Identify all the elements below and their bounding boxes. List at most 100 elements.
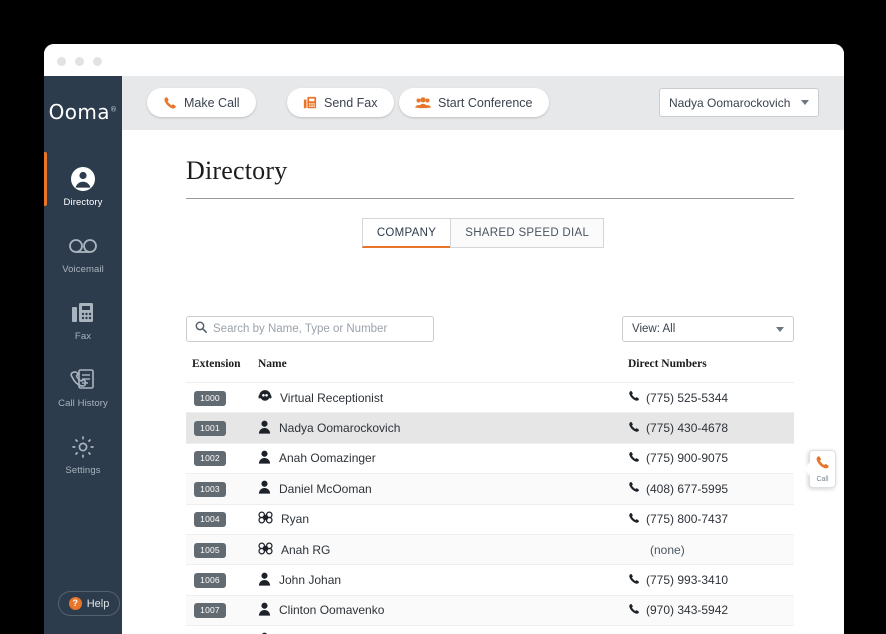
direct-number: (775) 800-7437 — [646, 512, 729, 527]
extension-badge: 1007 — [194, 603, 226, 619]
sidebar-item-call-history[interactable]: Call History — [44, 365, 122, 409]
start-conference-button[interactable]: Start Conference — [399, 88, 549, 117]
send-fax-button[interactable]: Send Fax — [287, 88, 394, 117]
tab-shared-speed-dial[interactable]: SHARED SPEED DIAL — [450, 218, 605, 248]
phone-icon — [628, 512, 640, 527]
sidebar-item-label: Directory — [63, 197, 103, 208]
name-cell: Anah RG — [258, 541, 628, 559]
view-filter-select[interactable]: View: All — [622, 316, 794, 342]
direct-number: (408) 677-5995 — [646, 481, 729, 496]
question-mark-icon: ? — [68, 597, 82, 610]
person-icon — [258, 602, 271, 619]
make-call-button[interactable]: Make Call — [147, 88, 256, 117]
extension-badge: 1001 — [194, 421, 226, 437]
chevron-down-icon — [776, 326, 784, 332]
top-toolbar: Make Call Send Fax Start Conference Nady… — [122, 76, 844, 130]
name-cell: Daniel McOoman — [258, 480, 628, 497]
column-header-extension: Extension — [192, 358, 241, 370]
extension-badge: 1006 — [194, 573, 226, 589]
table-header-row: Extension Name Direct Numbers — [186, 358, 794, 382]
sidebar-item-voicemail[interactable]: Voicemail — [44, 231, 122, 275]
user-account-select[interactable]: Nadya Oomarockovich — [659, 88, 819, 117]
name-cell: Anah Oomazinger — [258, 450, 628, 467]
call-tab-label: Call — [816, 476, 829, 483]
people-group-icon — [415, 96, 431, 110]
window-maximize-dot[interactable] — [93, 57, 102, 66]
voicemail-icon — [44, 231, 122, 261]
title-divider — [186, 198, 794, 199]
page-title: Directory — [186, 156, 288, 185]
extension-cell: 1007 — [186, 602, 258, 619]
make-call-label: Make Call — [184, 95, 240, 110]
phone-icon — [628, 481, 640, 496]
direct-number: (none) — [650, 542, 685, 557]
ring-group-icon — [258, 541, 273, 559]
window-minimize-dot[interactable] — [75, 57, 84, 66]
contact-name: Anah Oomazinger — [279, 451, 376, 466]
send-fax-label: Send Fax — [324, 95, 378, 110]
phone-icon — [628, 390, 640, 405]
call-side-tab[interactable]: Call — [804, 450, 836, 488]
contact-name: Anah RG — [281, 542, 331, 557]
extension-badge: 1004 — [194, 512, 226, 528]
table-row[interactable]: 1006 John Johan (775) 993-3410 — [186, 564, 794, 594]
extension-cell: 1001 — [186, 420, 258, 437]
direct-number-cell: (970) 343-5942 — [628, 603, 788, 618]
extension-cell: 1005 — [186, 542, 258, 558]
contact-name: John Johan — [279, 573, 342, 588]
directory-table: Extension Name Direct Numbers 1000 Virtua… — [186, 358, 794, 634]
help-button[interactable]: ? Help — [58, 591, 120, 616]
column-header-name: Name — [258, 358, 287, 370]
ring-group-icon — [258, 510, 273, 528]
phone-icon — [815, 455, 830, 475]
table-row[interactable]: 1004 Ryan (775) 800-7437 — [186, 503, 794, 534]
person-icon — [258, 450, 271, 467]
table-row[interactable]: 1002 Anah Oomazinger (775) 900-9075 — [186, 442, 794, 473]
extension-cell: 1000 — [186, 390, 258, 406]
user-account-value: Nadya Oomarockovich — [669, 95, 791, 110]
phone-icon — [628, 421, 640, 436]
main-content: Directory COMPANY SHARED SPEED DIAL Sear… — [122, 130, 844, 634]
phone-icon — [163, 96, 177, 110]
table-row[interactable]: 1005 Anah RG (none) — [186, 533, 794, 565]
table-row[interactable]: 1003 Daniel McOoman (408) 677-5995 — [186, 473, 794, 504]
sidebar-item-fax[interactable]: Fax — [44, 298, 122, 342]
direct-number: (970) 343-5942 — [646, 603, 729, 618]
window-titlebar — [44, 44, 844, 76]
name-cell: Clinton Oomavenko — [258, 602, 628, 619]
search-box[interactable] — [186, 316, 434, 342]
virtual-receptionist-icon — [258, 389, 272, 406]
directory-tabs: COMPANY SHARED SPEED DIAL — [122, 218, 844, 248]
column-header-direct-numbers: Direct Numbers — [628, 358, 707, 370]
active-indicator — [44, 152, 47, 206]
direct-number-cell: (775) 430-4678 — [628, 421, 788, 436]
contact-name: Ryan — [281, 512, 310, 527]
help-label: Help — [86, 597, 110, 610]
person-icon — [258, 480, 271, 497]
extension-badge: 1000 — [194, 390, 226, 406]
sidebar-item-settings[interactable]: Settings — [44, 432, 122, 476]
table-row[interactable]: 1008Susan Villa(530) 405-2228 — [186, 625, 794, 634]
tab-company[interactable]: COMPANY — [361, 218, 451, 248]
extension-cell: 1002 — [186, 450, 258, 467]
table-row[interactable]: 1007 Clinton Oomavenko (970) 343-5942 — [186, 594, 794, 626]
sidebar-item-label: Fax — [74, 331, 92, 342]
sidebar-item-label: Voicemail — [62, 264, 104, 275]
view-filter-value: View: All — [632, 323, 676, 335]
contact-name: Clinton Oomavenko — [279, 603, 385, 618]
table-row[interactable]: 1000 Virtual Receptionist (775) 525-5344 — [186, 382, 794, 412]
phone-icon — [628, 451, 640, 466]
table-row[interactable]: 1001 Nadya Oomarockovich (775) 430-4678 — [186, 412, 794, 443]
sidebar-item-directory[interactable]: Directory — [44, 152, 122, 208]
direct-number-cell: (775) 993-3410 — [628, 573, 788, 588]
extension-badge: 1005 — [194, 542, 226, 558]
logo-text: Ooma — [48, 100, 110, 124]
window-close-dot[interactable] — [57, 57, 66, 66]
direct-number: (775) 993-3410 — [646, 573, 729, 588]
phone-icon — [628, 573, 640, 588]
logo-trademark: ® — [109, 105, 118, 114]
sidebar-item-label: Settings — [65, 465, 101, 476]
direct-number: (775) 900-9075 — [646, 451, 729, 466]
search-input[interactable] — [213, 323, 423, 335]
chevron-down-icon — [801, 100, 809, 105]
